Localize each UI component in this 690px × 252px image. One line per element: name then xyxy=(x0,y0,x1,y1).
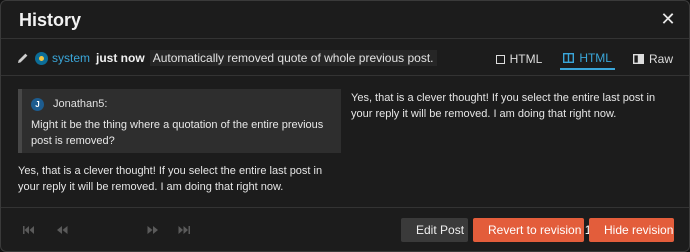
hide-revision-label: Hide revision xyxy=(604,223,674,237)
quote-username: Jonathan5: xyxy=(53,98,108,110)
pencil-icon xyxy=(18,53,28,63)
hide-revision-button[interactable]: Hide revision xyxy=(589,218,674,242)
edit-post-button[interactable]: Edit Post xyxy=(401,218,468,242)
previous-revision-button[interactable] xyxy=(51,221,73,239)
revert-button[interactable]: Revert to revision 1 xyxy=(473,218,591,242)
tab-label: Raw xyxy=(648,52,673,66)
square-icon xyxy=(495,54,505,64)
last-revision-button[interactable] xyxy=(173,221,195,239)
edit-post-label: Edit Post xyxy=(416,223,465,237)
current-revision: Yes, that is a clever thought! If you se… xyxy=(351,90,671,122)
quote-text: Might it be the thing where a quotation … xyxy=(31,119,324,147)
divider xyxy=(1,75,689,76)
previous-revision: J Jonathan5: Might it be the thing where… xyxy=(18,89,342,195)
first-revision-icon xyxy=(23,226,34,234)
modal-title: History xyxy=(19,10,82,30)
avatar[interactable] xyxy=(35,51,48,65)
tab-inline-html[interactable]: HTML xyxy=(495,49,543,69)
quote-block: J Jonathan5: Might it be the thing where… xyxy=(18,89,341,153)
last-revision-icon xyxy=(178,226,190,234)
raw-icon xyxy=(632,54,644,64)
view-mode-tabs: HTML HTML Raw xyxy=(478,49,673,70)
username-link[interactable]: system xyxy=(52,51,90,65)
tab-label: HTML xyxy=(509,52,543,66)
edit-reason: Automatically removed quote of whole pre… xyxy=(149,50,437,66)
next-revision-button[interactable] xyxy=(141,221,163,239)
history-modal: History ✕ system just now Automatically … xyxy=(0,0,690,252)
close-icon[interactable]: ✕ xyxy=(659,10,677,28)
previous-revision-icon xyxy=(56,226,67,234)
revision-meta: system just now Automatically removed qu… xyxy=(17,50,437,66)
columns-icon xyxy=(563,52,575,63)
modal-header: History ✕ xyxy=(1,1,689,39)
tab-side-by-side-html[interactable]: HTML xyxy=(560,49,615,70)
revert-label: Revert to revision 1 xyxy=(488,223,592,237)
next-revision-icon xyxy=(147,226,158,234)
modal-footer: Edit Post Revert to revision 1 Hide revi… xyxy=(1,207,689,251)
revision-time: just now xyxy=(96,51,145,65)
tab-raw[interactable]: Raw xyxy=(632,49,673,69)
avatar[interactable]: J xyxy=(31,97,44,111)
current-body-text: Yes, that is a clever thought! If you se… xyxy=(351,92,656,120)
tab-label: HTML xyxy=(579,50,612,65)
quote-header: J Jonathan5: xyxy=(31,97,333,111)
first-revision-button[interactable] xyxy=(18,221,40,239)
previous-body-text: Yes, that is a clever thought! If you se… xyxy=(18,165,323,193)
